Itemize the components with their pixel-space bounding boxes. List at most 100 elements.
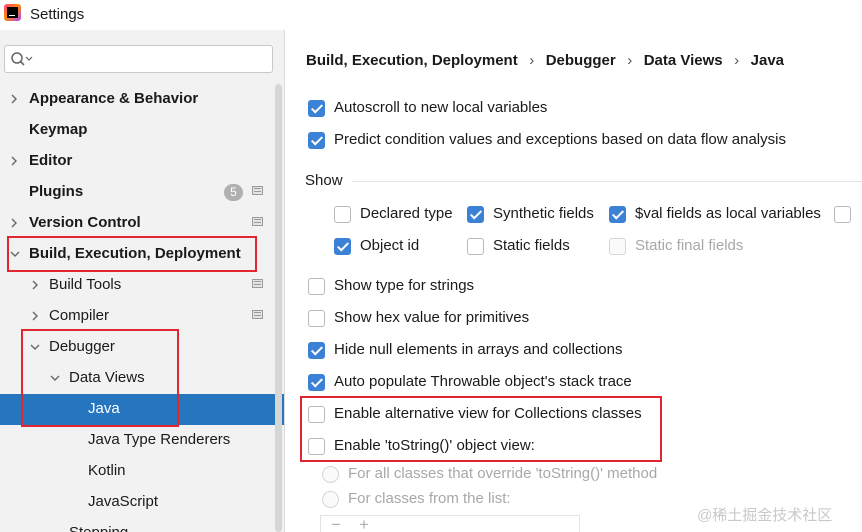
sidebar-scroll-thumb[interactable] — [275, 84, 282, 532]
static-fields-checkbox[interactable] — [467, 238, 484, 255]
autoscroll-label: Autoscroll to new local variables — [334, 99, 548, 116]
hide-null-label: Hide null elements in arrays and collect… — [334, 341, 623, 358]
sidebar-item-label: Appearance & Behavior — [29, 90, 199, 107]
sidebar-item-debugger[interactable]: Debugger — [0, 332, 284, 363]
breadcrumb-item: Java — [750, 52, 785, 69]
sidebar-item-build-tools[interactable]: Build Tools — [0, 270, 284, 301]
chevron-down-icon[interactable] — [49, 372, 61, 384]
sidebar-item-label: Build Tools — [49, 276, 122, 293]
sidebar-item-label: Editor — [29, 152, 73, 169]
type-strings-label: Show type for strings — [334, 277, 475, 294]
chevron-right-icon[interactable] — [29, 310, 41, 322]
sidebar-item-label: Build, Execution, Deployment — [29, 245, 241, 262]
chevron-right-icon[interactable] — [8, 93, 20, 105]
static-final-fields-label: Static final fields — [635, 237, 744, 254]
tostring-view-label: Enable 'toString()' object view: — [334, 437, 535, 454]
sidebar-item-data-views[interactable]: Data Views — [0, 363, 284, 394]
auto-populate-label: Auto populate Throwable object's stack t… — [334, 373, 632, 390]
hex-primitives-label: Show hex value for primitives — [334, 309, 530, 326]
sidebar-item-label: Kotlin — [88, 462, 126, 479]
remove-class-button: − — [331, 515, 341, 532]
autoscroll-checkbox[interactable] — [308, 100, 325, 117]
sidebar-item-java[interactable]: Java — [0, 394, 284, 425]
project-settings-icon — [252, 186, 263, 195]
val-fields-label: $val fields as local variables — [635, 205, 821, 222]
breadcrumb: Build, Execution, Deployment › Debugger › Da… — [306, 52, 784, 69]
sidebar-item-label: Compiler — [49, 307, 110, 324]
show-group-label: Show — [305, 172, 343, 189]
sidebar-item-build-execution-deployment[interactable]: Build, Execution, Deployment — [0, 239, 284, 270]
sidebar-item-stepping[interactable]: Stepping — [0, 518, 284, 532]
declared-type-checkbox[interactable] — [334, 206, 351, 223]
settings-content-panel: Build, Execution, Deployment › Debugger › Da… — [286, 30, 862, 532]
project-settings-icon — [252, 310, 263, 319]
predict-label: Predict condition values and exceptions … — [334, 131, 786, 148]
intellij-logo-icon — [4, 4, 21, 21]
declared-type-label: Declared type — [360, 205, 453, 222]
sidebar-item-plugins[interactable]: Plugins 5 — [0, 177, 284, 208]
alt-view-checkbox[interactable] — [308, 406, 325, 423]
synthetic-fields-checkbox[interactable] — [467, 206, 484, 223]
project-settings-icon — [252, 217, 263, 226]
sidebar-item-java-type-renderers[interactable]: Java Type Renderers — [0, 425, 284, 456]
sidebar-item-compiler[interactable]: Compiler — [0, 301, 284, 332]
synthetic-fields-label: Synthetic fields — [493, 205, 594, 222]
sidebar-item-label: JavaScript — [88, 493, 159, 510]
window-title: Settings — [30, 6, 85, 23]
auto-populate-checkbox[interactable] — [308, 374, 325, 391]
chevron-down-icon[interactable] — [29, 341, 41, 353]
sidebar-item-editor[interactable]: Editor — [0, 146, 284, 177]
cutoff-option[interactable] — [834, 204, 862, 226]
sidebar-item-kotlin[interactable]: Kotlin — [0, 456, 284, 487]
breadcrumb-separator-icon: › — [734, 52, 740, 69]
search-icon[interactable] — [10, 51, 34, 67]
sidebar-item-label: Version Control — [29, 214, 141, 231]
sidebar-item-label: Data Views — [69, 369, 145, 386]
sidebar-item-version-control[interactable]: Version Control — [0, 208, 284, 239]
static-fields-label: Static fields — [493, 237, 570, 254]
sidebar-item-label: Stepping — [69, 524, 128, 532]
breadcrumb-item[interactable]: Build, Execution, Deployment — [306, 52, 518, 69]
breadcrumb-separator-icon: › — [529, 52, 535, 69]
chevron-right-icon[interactable] — [8, 217, 20, 229]
breadcrumb-separator-icon: › — [627, 52, 633, 69]
object-id-label: Object id — [360, 237, 420, 254]
type-strings-checkbox[interactable] — [308, 278, 325, 295]
search-box[interactable] — [4, 45, 273, 73]
cutoff-checkbox[interactable] — [834, 206, 851, 223]
sidebar-item-label: Java — [88, 400, 120, 417]
chevron-right-icon[interactable] — [8, 155, 20, 167]
sidebar-item-label: Debugger — [49, 338, 115, 355]
hex-primitives-checkbox[interactable] — [308, 310, 325, 327]
watermark: @稀土掘金技术社区 — [697, 507, 833, 524]
tostring-view-checkbox[interactable] — [308, 438, 325, 455]
radio-list-classes — [322, 491, 339, 508]
sidebar-item-appearance-behavior[interactable]: Appearance & Behavior — [0, 84, 284, 115]
sidebar-item-label: Keymap — [29, 121, 88, 138]
class-list-toolbar: − + — [320, 515, 580, 532]
sidebar-item-javascript[interactable]: JavaScript — [0, 487, 284, 518]
radio-list-classes-label: For classes from the list: — [348, 490, 511, 507]
add-class-button: + — [359, 515, 369, 532]
alt-view-label: Enable alternative view for Collections … — [334, 405, 642, 422]
breadcrumb-item[interactable]: Data Views — [644, 52, 723, 69]
val-fields-checkbox[interactable] — [609, 206, 626, 223]
sidebar-scrollbar[interactable] — [272, 84, 284, 532]
project-settings-icon — [252, 279, 263, 288]
settings-sidebar: Appearance & Behavior Keymap Editor Plug… — [0, 30, 285, 532]
sidebar-item-label: Java Type Renderers — [88, 431, 231, 448]
chevron-right-icon[interactable] — [29, 279, 41, 291]
predict-checkbox[interactable] — [308, 132, 325, 149]
plugins-update-badge: 5 — [224, 184, 243, 201]
breadcrumb-item[interactable]: Debugger — [546, 52, 616, 69]
static-final-fields-checkbox — [609, 238, 626, 255]
title-bar: Settings — [0, 0, 862, 30]
chevron-down-icon[interactable] — [9, 248, 21, 260]
radio-all-classes-label: For all classes that override 'toString(… — [348, 465, 658, 482]
hide-null-checkbox[interactable] — [308, 342, 325, 359]
show-group-divider — [352, 181, 862, 182]
search-input[interactable] — [35, 49, 265, 69]
sidebar-item-keymap[interactable]: Keymap — [0, 115, 284, 146]
radio-all-classes — [322, 466, 339, 483]
object-id-checkbox[interactable] — [334, 238, 351, 255]
